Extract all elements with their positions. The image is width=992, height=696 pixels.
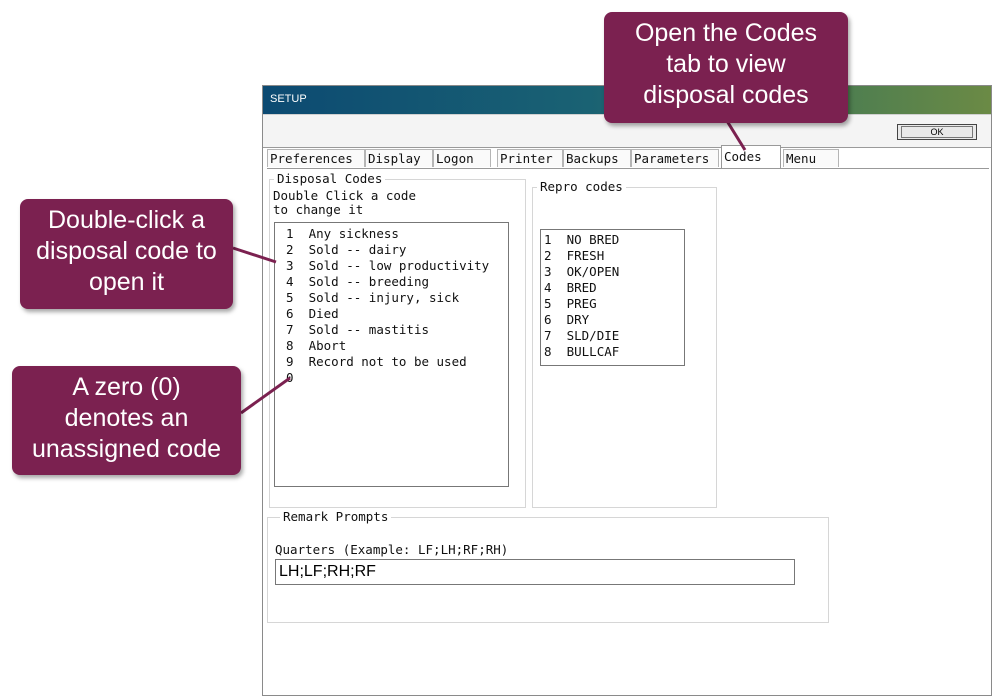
item-label: Abort [308,338,347,353]
callout-line: Open the Codes [634,19,818,47]
ok-button-label: OK [901,125,973,138]
item-label: NO BRED [566,232,620,247]
quarters-input[interactable]: LH;LF;RH;RF [275,559,795,585]
tab-preferences[interactable]: Preferences [267,149,365,167]
codes-panel: Disposal Codes Double Click a code to ch… [267,168,989,695]
item-num: 0 [286,370,294,385]
item-num: 9 [286,354,294,369]
item-num: 8 [544,344,552,359]
disposal-code-list[interactable]: 1 Any sickness 2 Sold -- dairy 3 Sold --… [274,222,509,487]
item-num: 1 [544,232,552,247]
item-num: 1 [286,226,294,241]
quarters-label: Quarters (Example: LF;LH;RF;RH) [275,542,509,557]
repro-codes-group: Repro codes 1 NO BRED 2 FRESH 3 OK/OPEN … [532,179,717,508]
item-label: SLD/DIE [566,328,620,343]
item-num: 7 [286,322,294,337]
list-item[interactable]: 7 SLD/DIE [544,328,619,343]
item-label: BRED [566,280,597,295]
tab-backups[interactable]: Backups [563,149,631,167]
list-item[interactable]: 6 DRY [544,312,589,327]
item-num: 8 [286,338,294,353]
item-num: 4 [544,280,552,295]
disposal-hint-line2: to change it [273,202,364,217]
list-item[interactable]: 4 BRED [544,280,597,295]
callout-line: disposal codes [643,81,809,109]
item-num: 6 [286,306,294,321]
list-item[interactable]: 5 PREG [544,296,597,311]
item-label: Sold -- injury, sick [308,290,460,305]
item-num: 7 [544,328,552,343]
item-label: PREG [566,296,597,311]
repro-code-list[interactable]: 1 NO BRED 2 FRESH 3 OK/OPEN 4 BRED 5 PRE… [540,229,685,366]
codes-tab-callout: Open the Codes tab to view disposal code… [604,12,848,123]
item-label: DRY [566,312,590,327]
list-item[interactable]: 3 Sold -- low productivity [286,258,489,273]
item-num: 3 [544,264,552,279]
tab-printer[interactable]: Printer [497,149,563,167]
disposal-codes-group: Disposal Codes Double Click a code to ch… [269,171,526,508]
callout-line: disposal code to [36,237,217,265]
item-num: 5 [544,296,552,311]
item-label: Died [308,306,339,321]
item-label: Any sickness [308,226,399,241]
double-click-callout: Double-click a disposal code to open it [20,199,233,309]
tab-codes[interactable]: Codes [721,145,781,168]
list-item[interactable]: 8 BULLCAF [544,344,619,359]
list-item[interactable]: 2 Sold -- dairy [286,242,406,257]
callout-line: unassigned code [31,435,222,463]
item-label: Sold -- dairy [308,242,407,257]
callout-line: A zero (0) [72,373,181,401]
repro-codes-legend: Repro codes [537,179,626,194]
list-item[interactable]: 8 Abort [286,338,346,353]
tab-menu[interactable]: Menu [783,149,839,167]
tab-display[interactable]: Display [365,149,433,167]
item-num: 2 [286,242,294,257]
zero-code-callout: A zero (0) denotes an unassigned code [12,366,241,475]
item-num: 5 [286,290,294,305]
callout-line: Double-click a [47,206,205,234]
item-label: Sold -- low productivity [308,258,490,273]
item-label: FRESH [566,248,605,263]
window-title: SETUP [270,93,307,105]
list-item[interactable]: 9 Record not to be used [286,354,467,369]
list-item[interactable]: 1 NO BRED [544,232,619,247]
list-item[interactable]: 4 Sold -- breeding [286,274,429,289]
list-item[interactable]: 0 [286,370,309,385]
list-item[interactable]: 3 OK/OPEN [544,264,619,279]
remark-prompts-group: Remark Prompts Quarters (Example: LF;LH;… [267,509,829,623]
list-item[interactable]: 7 Sold -- mastitis [286,322,429,337]
item-label: Sold -- mastitis [308,322,430,337]
list-item[interactable]: 1 Any sickness [286,226,399,241]
tab-parameters[interactable]: Parameters [631,149,719,167]
item-label: OK/OPEN [566,264,620,279]
item-label: Sold -- breeding [308,274,430,289]
list-item[interactable]: 5 Sold -- injury, sick [286,290,459,305]
item-label: Record not to be used [308,354,467,369]
disposal-hint-line1: Double Click a code [273,188,416,203]
setup-window: SETUP OK Preferences Display Logon Print… [262,85,992,696]
item-label: BULLCAF [566,344,620,359]
item-num: 3 [286,258,294,273]
callout-line: denotes an [64,404,189,432]
callout-line: tab to view [666,50,786,78]
list-item[interactable]: 2 FRESH [544,248,604,263]
disposal-codes-legend: Disposal Codes [274,171,386,186]
tab-logon[interactable]: Logon [433,149,491,167]
item-num: 2 [544,248,552,263]
item-num: 4 [286,274,294,289]
remark-prompts-legend: Remark Prompts [280,509,392,524]
ok-button[interactable]: OK [897,124,977,140]
disposal-hint: Double Click a code to change it [273,189,416,217]
callout-line: open it [88,268,165,296]
list-item[interactable]: 6 Died [286,306,339,321]
item-num: 6 [544,312,552,327]
